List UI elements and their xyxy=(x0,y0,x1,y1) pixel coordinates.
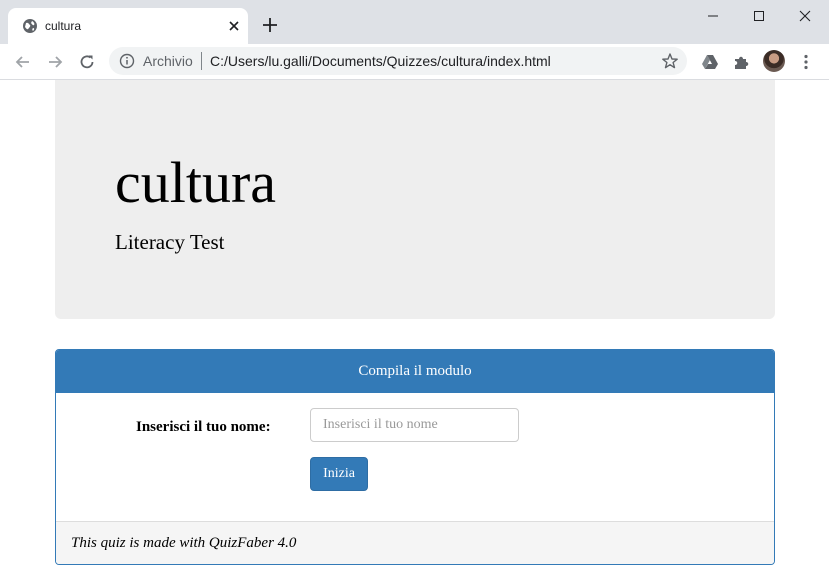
reload-icon[interactable] xyxy=(77,52,97,72)
tab-strip: cultura xyxy=(0,0,829,44)
jumbotron: cultura Literacy Test xyxy=(55,80,775,319)
tab-title: cultura xyxy=(45,19,82,33)
name-input[interactable] xyxy=(310,408,519,442)
close-icon xyxy=(799,10,811,22)
info-icon[interactable] xyxy=(119,53,135,69)
globe-icon xyxy=(23,19,37,33)
page-content: cultura Literacy Test Compila il modulo … xyxy=(0,80,829,588)
url-text[interactable]: C:/Users/lu.galli/Documents/Quizzes/cult… xyxy=(210,53,551,69)
panel-heading: Compila il modulo xyxy=(56,350,774,393)
address-divider xyxy=(201,52,202,70)
page-title: cultura xyxy=(115,150,277,215)
avatar[interactable] xyxy=(763,50,785,72)
maximize-button[interactable] xyxy=(736,0,782,32)
minimize-icon xyxy=(708,15,718,17)
address-bar[interactable]: Archivio C:/Users/lu.galli/Documents/Qui… xyxy=(109,47,687,75)
plus-icon[interactable] xyxy=(261,16,279,34)
puzzle-icon[interactable] xyxy=(732,52,752,72)
window-close-button[interactable] xyxy=(782,0,828,32)
minimize-button[interactable] xyxy=(690,0,736,32)
page-subtitle: Literacy Test xyxy=(115,230,225,254)
star-icon[interactable] xyxy=(661,52,679,70)
start-button[interactable]: Inizia xyxy=(310,457,368,491)
arrow-left-icon[interactable] xyxy=(13,52,33,72)
drive-icon[interactable] xyxy=(700,52,720,72)
browser-tab[interactable]: cultura xyxy=(8,8,248,44)
footer-text: This quiz is made with QuizFaber 4.0 xyxy=(71,535,297,551)
form-panel: Compila il modulo Inserisci il tuo nome:… xyxy=(55,349,775,565)
close-icon[interactable] xyxy=(226,18,242,34)
scheme-label: Archivio xyxy=(143,53,193,69)
panel-footer: This quiz is made with QuizFaber 4.0 xyxy=(56,521,774,564)
kebab-menu-icon[interactable] xyxy=(796,52,816,72)
name-label: Inserisci il tuo nome: xyxy=(136,419,271,435)
arrow-right-icon[interactable] xyxy=(45,52,65,72)
browser-toolbar: Archivio C:/Users/lu.galli/Documents/Qui… xyxy=(0,44,829,80)
maximize-icon xyxy=(754,11,764,21)
